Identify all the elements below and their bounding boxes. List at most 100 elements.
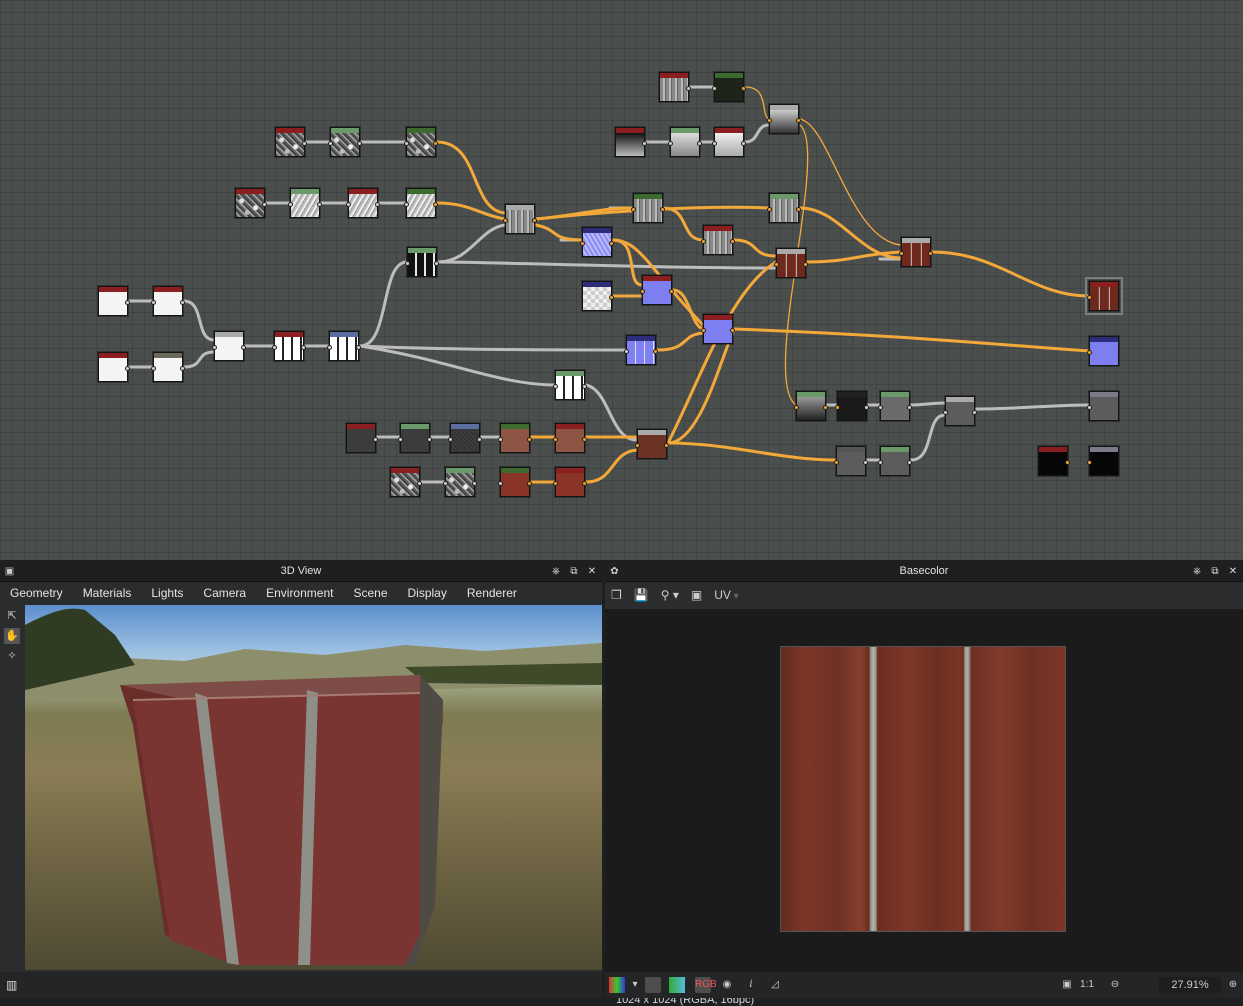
link [358, 344, 557, 387]
graph-node[interactable] [943, 396, 977, 426]
info-icon[interactable]: i [743, 977, 759, 993]
graph-node[interactable] [1038, 446, 1070, 476]
graph-node[interactable] [404, 127, 438, 157]
output-node-roughness[interactable] [1087, 391, 1119, 421]
zoom-in-icon[interactable]: ⊕ [1225, 977, 1241, 993]
menu-scene[interactable]: Scene [343, 586, 397, 600]
link [584, 448, 639, 484]
menu-environment[interactable]: Environment [256, 586, 343, 600]
graph-node[interactable] [327, 331, 361, 361]
link [666, 260, 778, 445]
ruler-icon[interactable]: ◿ [767, 977, 783, 993]
graph-node[interactable] [640, 275, 674, 305]
export-icon[interactable]: ⇱ [4, 608, 20, 624]
3d-viewport[interactable] [25, 605, 602, 970]
light-tool-icon[interactable]: ✧ [4, 648, 20, 664]
camera-icon[interactable]: ▣ [691, 588, 702, 602]
panel-title-bar: ▣ 3D View ⎈ ⧉ ✕ [0, 562, 602, 582]
pin-icon[interactable]: ⎈ [1191, 566, 1203, 578]
2d-texture-view[interactable]: 1024 x 1024 (RGBA, 16bpc) [605, 609, 1243, 1006]
output-node-normal[interactable] [1087, 336, 1119, 366]
graph-node[interactable] [328, 127, 362, 157]
rgb-channel-icon[interactable]: RGB [695, 977, 717, 993]
menu-camera[interactable]: Camera [193, 586, 256, 600]
graph-node[interactable] [390, 467, 422, 497]
graph-node[interactable] [774, 248, 808, 278]
graph-node[interactable] [668, 127, 702, 157]
graph-node[interactable] [288, 188, 322, 218]
zoom-out-icon[interactable]: ⊖ [1107, 977, 1123, 993]
graph-node[interactable] [553, 467, 587, 497]
graph-node[interactable] [235, 188, 267, 218]
pin-icon[interactable]: ⎈ [550, 566, 562, 578]
graph-node[interactable] [98, 286, 130, 316]
graph-node[interactable] [503, 204, 537, 234]
graph-node[interactable] [151, 286, 185, 316]
alpha-checker-icon[interactable] [645, 977, 661, 993]
graph-node[interactable] [346, 423, 378, 453]
menu-renderer[interactable]: Renderer [457, 586, 527, 600]
graph-node[interactable] [794, 391, 828, 421]
menu-lights[interactable]: Lights [141, 586, 193, 600]
graph-node[interactable] [701, 225, 735, 255]
dropdown-arrow-icon[interactable]: ▾ [627, 977, 643, 993]
float-icon[interactable]: ⧉ [1209, 566, 1221, 578]
fit-view-icon[interactable]: ▣ [1059, 977, 1075, 993]
copy-icon[interactable]: ❐ [611, 588, 622, 602]
link [358, 344, 628, 352]
graph-node[interactable] [346, 188, 380, 218]
graph-node[interactable] [878, 391, 912, 421]
graph-node[interactable] [398, 423, 432, 453]
menu-geometry[interactable]: Geometry [0, 586, 73, 600]
graph-node[interactable] [98, 352, 130, 382]
graph-node[interactable] [582, 281, 614, 311]
graph-node[interactable] [835, 391, 869, 421]
graph-node[interactable] [553, 370, 587, 400]
graph-node[interactable] [272, 331, 306, 361]
graph-node[interactable] [212, 331, 246, 361]
graph-node[interactable] [443, 467, 477, 497]
color-map-icon[interactable] [669, 977, 685, 993]
link [744, 86, 770, 120]
graph-node[interactable] [899, 237, 933, 267]
graph-node[interactable] [767, 193, 801, 223]
graph-node[interactable] [498, 467, 532, 497]
graph-node[interactable] [615, 127, 647, 157]
graph-node[interactable] [701, 314, 735, 344]
graph-node[interactable] [659, 72, 691, 102]
menu-display[interactable]: Display [398, 586, 457, 600]
graph-node[interactable] [624, 335, 658, 365]
graph-node[interactable] [580, 227, 614, 257]
graph-node[interactable] [834, 446, 868, 476]
color-wheel-icon[interactable]: ◉ [719, 977, 735, 993]
output-node-metallic[interactable] [1087, 446, 1119, 476]
float-icon[interactable]: ⧉ [568, 566, 580, 578]
menu-materials[interactable]: Materials [73, 586, 142, 600]
hand-tool-icon[interactable]: ✋ [4, 628, 20, 644]
graph-node[interactable] [151, 352, 185, 382]
graph-node[interactable] [635, 429, 669, 459]
share-icon[interactable]: ⚲ ▾ [661, 588, 679, 602]
graph-node[interactable] [878, 446, 912, 476]
graph-node[interactable] [404, 188, 438, 218]
graph-node[interactable] [498, 423, 532, 453]
scene-tree-icon[interactable]: ▥ [6, 978, 17, 992]
uv-toggle[interactable]: UV ▾ [714, 588, 738, 602]
node-graph-canvas[interactable] [0, 0, 1243, 560]
graph-node[interactable] [405, 247, 439, 277]
zoom-ratio[interactable]: 1:1 [1079, 977, 1095, 993]
close-icon[interactable]: ✕ [586, 566, 598, 578]
graph-node[interactable] [631, 193, 665, 223]
graph-node[interactable] [553, 423, 587, 453]
graph-node[interactable] [448, 423, 482, 453]
output-node-basecolor[interactable] [1085, 277, 1123, 315]
graph-node[interactable] [767, 104, 801, 134]
3d-view-footer: ▥ [0, 972, 602, 998]
zoom-percent[interactable]: 27.91% [1159, 977, 1221, 993]
close-icon[interactable]: ✕ [1227, 566, 1239, 578]
graph-node[interactable] [712, 72, 746, 102]
graph-node[interactable] [712, 127, 746, 157]
save-icon[interactable]: 💾 [634, 588, 649, 602]
graph-node[interactable] [275, 127, 307, 157]
color-channels-icon[interactable] [609, 977, 625, 993]
